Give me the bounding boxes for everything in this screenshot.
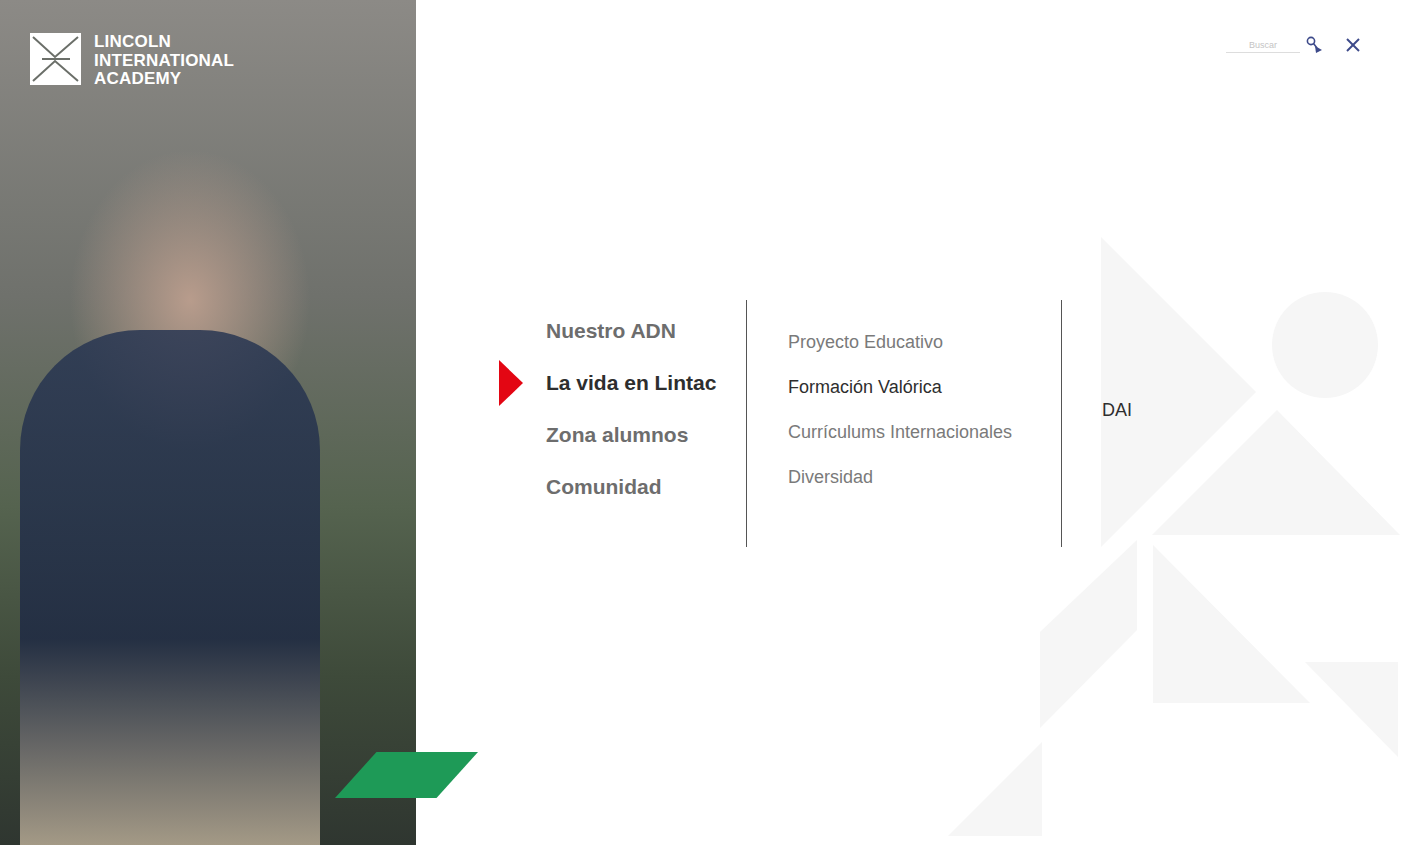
menu-panel: Nuestro ADN La vida en Lintac Zona alumnos…	[416, 0, 1401, 845]
menu-item-label: Nuestro ADN	[546, 319, 676, 343]
logo-line: INTERNATIONAL	[94, 52, 234, 71]
detail-item[interactable]: DAI	[1102, 398, 1401, 422]
menu-item[interactable]: Comunidad	[499, 461, 746, 513]
submenu-item[interactable]: Formación Valórica	[788, 365, 1061, 410]
logo-line: LINCOLN	[94, 33, 234, 52]
logo-line: ACADEMY	[94, 70, 234, 89]
search-input[interactable]	[1226, 38, 1300, 53]
menu-item-label: La vida en Lintac	[546, 371, 716, 395]
main-menu: Nuestro ADN La vida en Lintac Zona alumnos…	[499, 300, 746, 547]
submenu: Proyecto EducativoFormación ValóricaCurr…	[746, 300, 1061, 547]
menu-item[interactable]: La vida en Lintac	[499, 357, 746, 409]
submenu-item[interactable]: Proyecto Educativo	[788, 320, 1061, 365]
logo-text: LINCOLNINTERNATIONALACADEMY	[94, 33, 234, 89]
selected-arrow-icon	[499, 360, 523, 406]
menu-item-label: Comunidad	[546, 475, 662, 499]
search-box	[1226, 36, 1323, 54]
close-icon[interactable]	[1345, 37, 1361, 53]
site-logo[interactable]: LINCOLNINTERNATIONALACADEMY	[30, 33, 234, 89]
menu-item[interactable]: Nuestro ADN	[499, 305, 746, 357]
menu-item-label: Zona alumnos	[546, 423, 688, 447]
submenu-item[interactable]: Diversidad	[788, 455, 1061, 500]
header-bar	[416, 0, 1401, 56]
navigation-menu: Nuestro ADN La vida en Lintac Zona alumnos…	[416, 300, 1401, 547]
logo-icon	[30, 33, 81, 85]
menu-item[interactable]: Zona alumnos	[499, 409, 746, 461]
hero-photo: LINCOLNINTERNATIONALACADEMY	[0, 0, 416, 845]
submenu-item[interactable]: Currículums Internacionales	[788, 410, 1061, 455]
search-icon[interactable]	[1306, 36, 1323, 54]
detail-menu: DAI	[1061, 300, 1401, 547]
